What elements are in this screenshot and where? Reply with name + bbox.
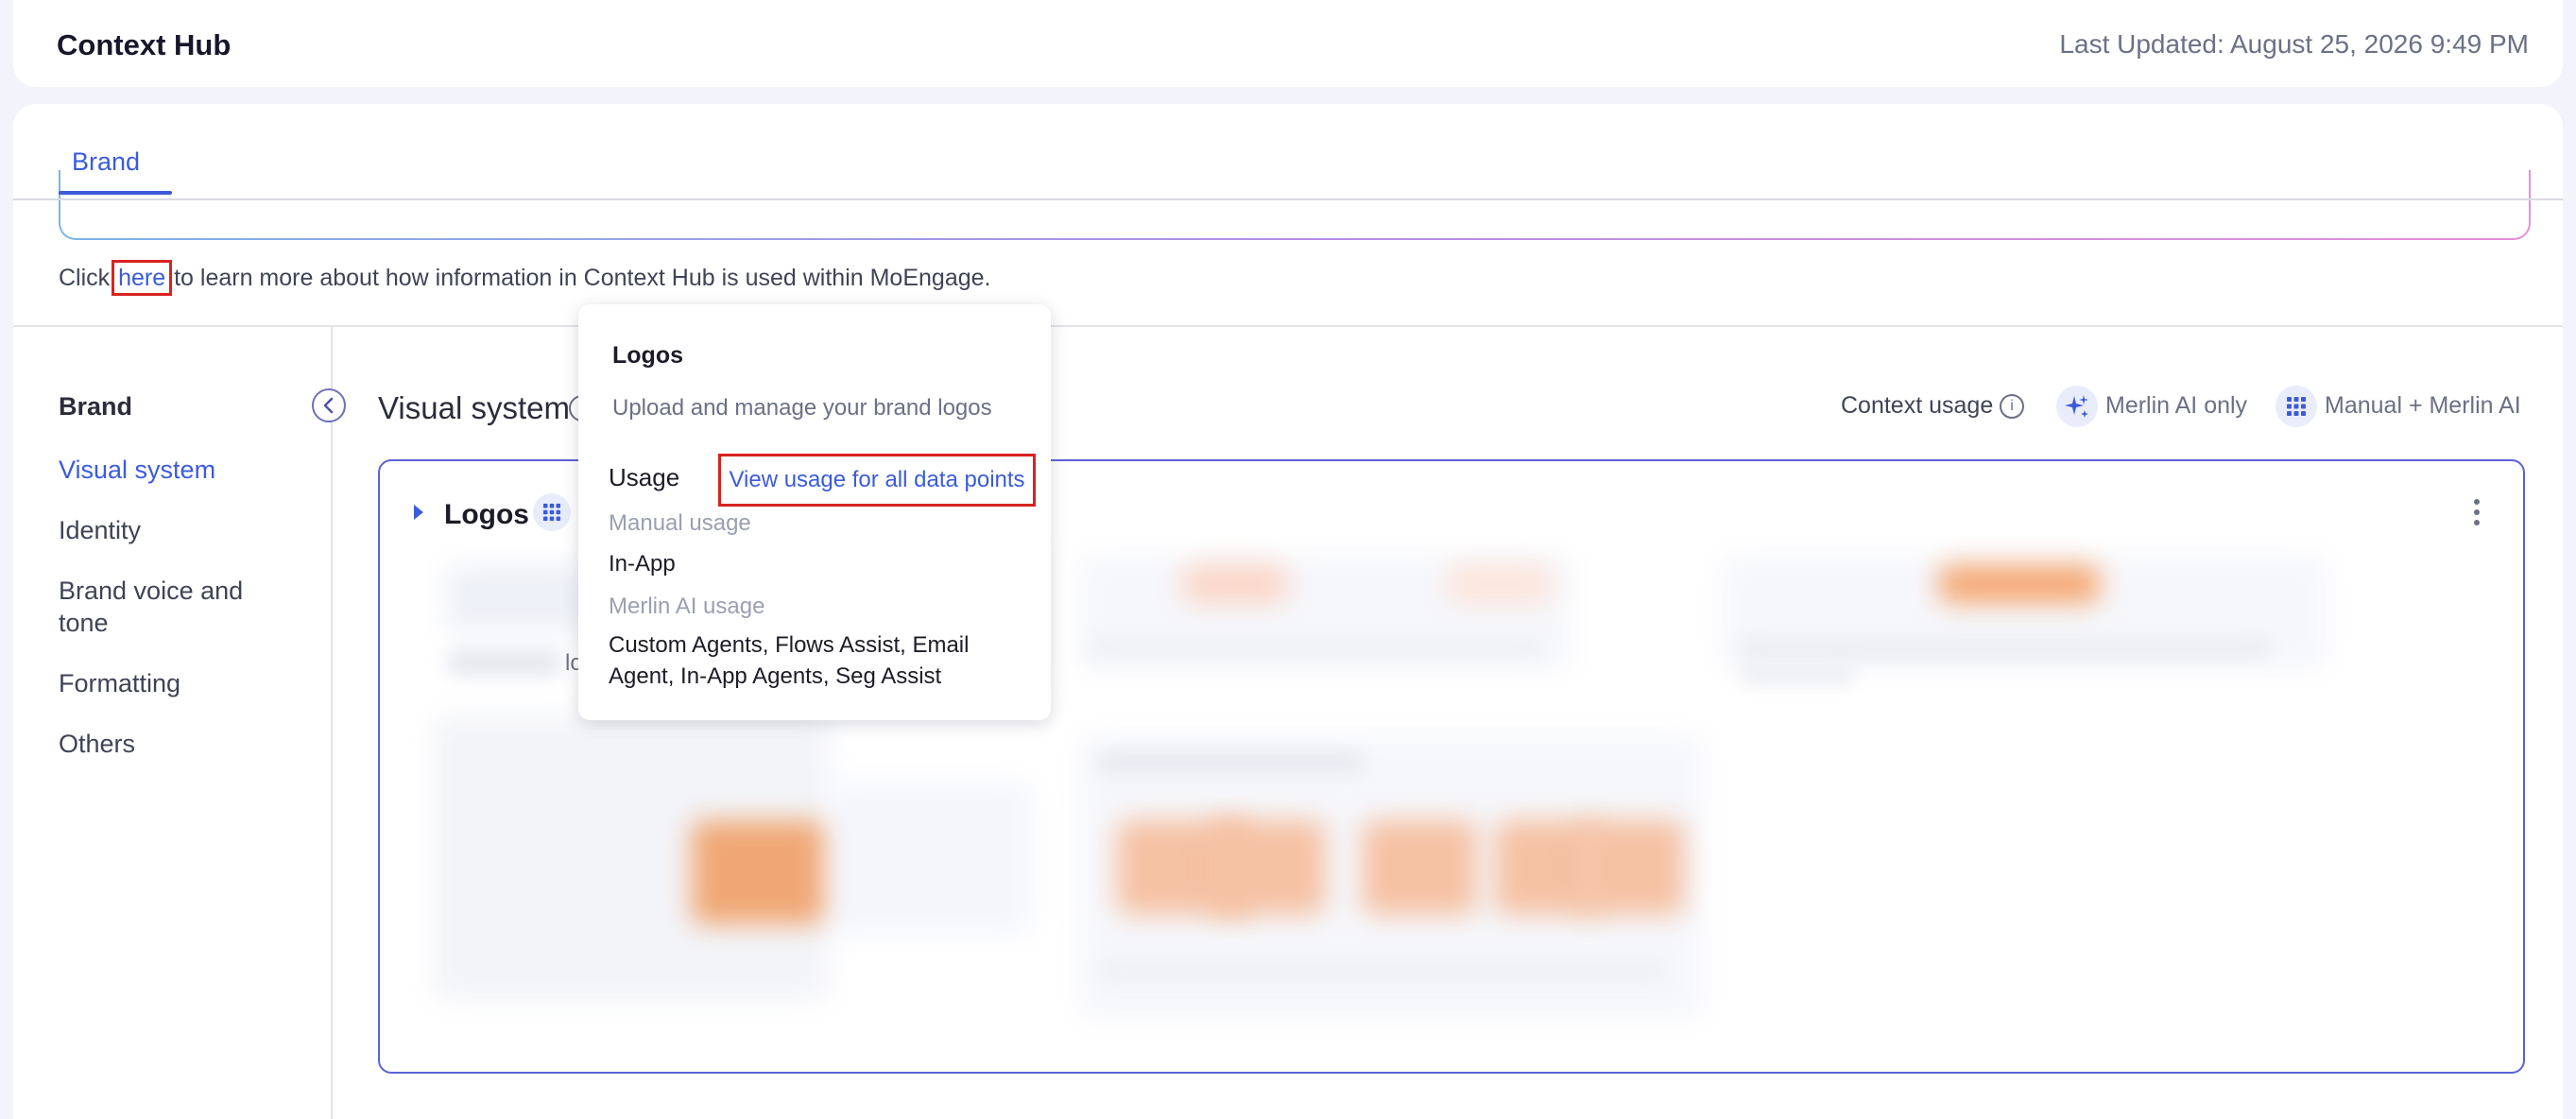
grid-icon [533, 493, 571, 531]
chevron-left-icon [323, 397, 334, 414]
manual-usage-value: In-App [609, 551, 676, 577]
content-title: Visual system [378, 390, 570, 425]
info-line: Click here to learn more about how infor… [59, 260, 991, 296]
logos-title: Logos [444, 499, 529, 530]
info-prefix: Click [59, 265, 117, 291]
view-usage-link-highlight[interactable]: View usage for all data points [718, 454, 1036, 507]
last-updated-text: Last Updated: August 25, 2026 9:49 PM [2059, 29, 2529, 59]
blurred-logo [692, 820, 824, 924]
blurred-logo [1363, 820, 1476, 915]
gradient-banner [59, 170, 2531, 240]
sidebar-divider [331, 327, 333, 1119]
manual-usage-label: Manual usage [609, 510, 751, 536]
legend-manual-merlin: Manual + Merlin AI [2325, 392, 2521, 419]
context-usage-info-icon[interactable]: i [2000, 394, 2024, 419]
info-suffix: to learn more about how information in C… [167, 265, 991, 291]
collapse-sidebar-button[interactable] [312, 388, 346, 422]
blurred-logo-thumb [446, 565, 588, 631]
section-divider [13, 325, 2563, 327]
tab-brand[interactable]: Brand [59, 147, 153, 194]
merlin-usage-value: Custom Agents, Flows Assist, Email Agent… [609, 632, 970, 689]
blurred-text-line [1098, 754, 1363, 771]
popover-description: Upload and manage your brand logos [612, 395, 992, 421]
sidebar-item-formatting[interactable]: Formatting [59, 667, 285, 699]
grid-icon [2275, 386, 2317, 427]
sidebar-item-brand-voice[interactable]: Brand voice and tone [59, 575, 285, 639]
merlin-usage-label: Merlin AI usage [609, 594, 765, 619]
legend-merlin-only: Merlin AI only [2105, 392, 2248, 419]
blurred-badge [1183, 565, 1287, 603]
blurred-badge [1448, 565, 1552, 603]
active-tab-indicator [59, 191, 172, 195]
blurred-badge [1939, 565, 2100, 603]
blurred-text-line [1741, 667, 1854, 682]
app-title: Context Hub [57, 28, 232, 61]
sidebar-item-others[interactable]: Others [59, 728, 285, 760]
popover-title: Logos [612, 342, 683, 369]
sparkle-icon [2056, 386, 2098, 427]
tabs-divider [13, 198, 2563, 200]
main-card: Brand Click here to learn more about how… [13, 104, 2563, 1119]
expand-arrow-icon[interactable] [414, 505, 423, 520]
header-bar: Context Hub Last Updated: August 25, 202… [13, 0, 2563, 87]
blurred-logo [1211, 820, 1325, 915]
sidebar-item-identity[interactable]: Identity [59, 514, 285, 546]
sidebar-item-visual-system[interactable]: Visual system [59, 454, 285, 486]
sidebar-title: Brand [59, 392, 133, 421]
view-usage-link[interactable]: View usage for all data points [729, 467, 1024, 493]
logos-info-popover: Logos Upload and manage your brand logos… [578, 304, 1051, 720]
here-link[interactable]: here [112, 260, 173, 296]
more-options-icon[interactable] [2474, 499, 2482, 525]
blurred-logo [1580, 820, 1684, 915]
blurred-text-line [1098, 962, 1665, 977]
blurred-card [824, 783, 1032, 934]
blurred-text-line [1089, 641, 1542, 656]
blurred-label [448, 650, 561, 675]
blurred-text-line [1741, 641, 2270, 656]
context-usage-label: Context usage [1841, 392, 1994, 419]
popover-usage-label: Usage [609, 463, 680, 491]
